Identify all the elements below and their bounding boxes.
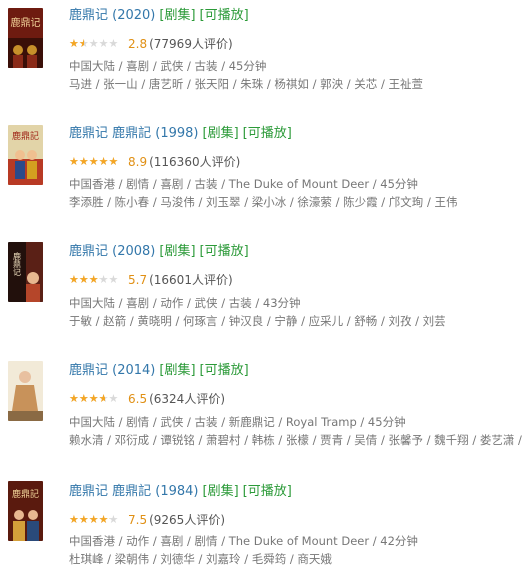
poster-title-text: 鹿鼎记 [13,251,22,276]
result-meta: 中国大陆 / 喜剧 / 武侠 / 古装 / 45分钟 [69,59,267,73]
result-title-link[interactable]: 鹿鼎记 (2014) [69,363,155,378]
poster-image[interactable] [8,361,43,421]
result-title-link[interactable]: 鹿鼎记 (2008) [69,244,155,259]
result-meta: 中国大陆 / 剧情 / 武侠 / 古装 / 新鹿鼎记 / Royal Tramp… [69,415,406,429]
series-tag: [剧集] [202,126,239,141]
poster-image[interactable]: 鹿鼎记 [8,8,43,68]
result-title-link[interactable]: 鹿鼎记 (2020) [69,8,155,23]
poster-title-text: 鹿鼎記 [12,130,39,142]
result-cast: 赖水清 / 邓衍成 / 谭锐铭 / 萧碧村 / 韩栋 / 张檬 / 贾青 / 吴… [69,433,522,447]
playable-tag[interactable]: [可播放] [200,8,249,23]
rating-score: 2.8 [128,37,148,51]
rating-votes: (16601人评价) [149,273,233,287]
rating-score: 6.5 [128,392,148,406]
rating-stars: ★★★★★★★★★★ [69,514,119,525]
series-tag: [剧集] [159,8,196,23]
playable-tag[interactable]: [可播放] [243,126,292,141]
poster-image[interactable]: 鹿鼎記 [8,125,43,185]
rating-votes: (6324人评价) [149,392,225,406]
result-item[interactable]: 鹿鼎記 鹿鼎记 鹿鼎記 (1998) [剧集] [可播放] ★★★★★ ★★★★★ 8.… [0,118,526,228]
result-item[interactable]: 鹿鼎记 鹿鼎记 (2008) [剧集] [可播放] ★★★★★★★★★★ 5.7(16… [0,236,526,346]
result-cast: 杜琪峰 / 梁朝伟 / 刘德华 / 刘嘉玲 / 毛舜筠 / 商天娥 [69,552,332,566]
result-cast: 于敏 / 赵箭 / 黄晓明 / 何琢言 / 钟汉良 / 宁静 / 应采儿 / 舒… [69,314,446,328]
series-tag: [剧集] [159,363,196,378]
rating-votes: (77969人评价) [149,37,233,51]
rating-score: 7.5 [128,513,148,527]
rating-votes: (9265人评价) [149,513,225,527]
result-title-link[interactable]: 鹿鼎记 鹿鼎記 (1998) [69,126,199,141]
result-cast: 马进 / 张一山 / 唐艺昕 / 张天阳 / 朱珠 / 杨祺如 / 郭泱 / 关… [69,77,423,91]
result-item[interactable]: 鹿鼎记 鹿鼎记 (2020) [剧集] [可播放] ★★★★★★★★★★ 2.8(77… [0,0,526,110]
poster-image[interactable]: 鹿鼎记 [8,242,43,302]
poster-image[interactable]: 鹿鼎記 [8,481,43,541]
result-meta: 中国大陆 / 喜剧 / 动作 / 武侠 / 古装 / 43分钟 [69,296,301,310]
playable-tag[interactable]: [可播放] [200,244,249,259]
rating-votes: (116360人评价) [149,155,241,169]
result-cast: 李添胜 / 陈小春 / 马浚伟 / 刘玉翠 / 梁小冰 / 徐濠萦 / 陈少霞 … [69,195,458,209]
rating-score: 8.9 [128,155,148,169]
rating-stars: ★★★★★★★★★★ [69,38,119,49]
result-item[interactable]: 鹿鼎记 (2014) [剧集] [可播放] ★★★★★★★★★★ 6.5(6324人评… [0,355,526,465]
rating-stars: ★★★★★★★★★★ [69,274,119,285]
rating-stars: ★★★★★★★★★★ [69,393,119,404]
result-title-link[interactable]: 鹿鼎记 鹿鼎記 (1984) [69,484,199,499]
playable-tag[interactable]: [可播放] [200,363,249,378]
rating-stars: ★★★★★★★★★★ [69,156,119,167]
series-tag: [剧集] [202,484,239,499]
rating-score: 5.7 [128,273,148,287]
poster-title-text: 鹿鼎记 [11,16,41,29]
result-item[interactable]: 鹿鼎記 鹿鼎记 鹿鼎記 (1984)[剧集] [可播放] ★★★★★★★★★★ 7.… [0,473,526,583]
result-meta: 中国香港 / 动作 / 喜剧 / 剧情 / The Duke of Mount … [69,534,418,548]
playable-tag[interactable]: [可播放] [243,484,292,499]
poster-title-text: 鹿鼎記 [12,488,39,500]
result-meta: 中国香港 / 剧情 / 喜剧 / 古装 / The Duke of Mount … [69,177,418,191]
series-tag: [剧集] [159,244,196,259]
